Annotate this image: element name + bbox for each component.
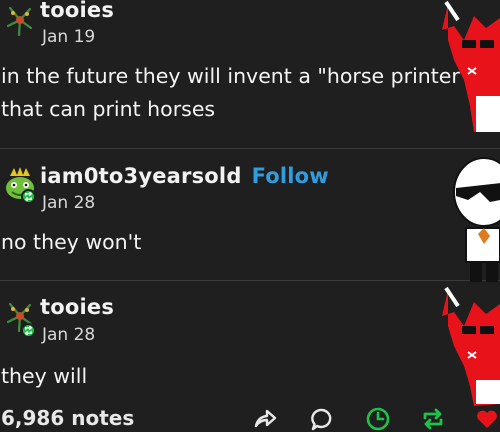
post-date: Jan 28 bbox=[42, 325, 96, 345]
queue-clock-icon[interactable] bbox=[365, 406, 391, 432]
red-horned-character-sticker-2 bbox=[442, 286, 500, 406]
red-horned-character-sticker-1 bbox=[442, 0, 500, 132]
post-date: Jan 28 bbox=[42, 193, 96, 213]
reblog-badge-icon bbox=[21, 323, 36, 338]
post-body-line: in the future they will invent a "horse … bbox=[1, 64, 470, 88]
post-body-line: no they won't bbox=[1, 230, 142, 254]
notes-count[interactable]: 6,986 notes bbox=[1, 406, 134, 430]
post-body: in the future they will invent a "horse … bbox=[1, 60, 469, 126]
sunglasses-character-sticker bbox=[453, 157, 500, 282]
post-date: Jan 19 bbox=[42, 27, 96, 47]
post-body-line: that can print horses bbox=[1, 97, 216, 121]
post-body-line: they will bbox=[1, 364, 88, 388]
follow-button[interactable]: Follow bbox=[252, 164, 329, 188]
post-username[interactable]: tooies bbox=[40, 0, 114, 22]
post-body: no they won't bbox=[1, 226, 141, 259]
post-divider bbox=[0, 148, 500, 149]
post-username[interactable]: tooies bbox=[40, 295, 114, 319]
reblog-badge-icon bbox=[21, 189, 36, 204]
post-divider bbox=[0, 280, 500, 281]
reply-icon[interactable] bbox=[309, 406, 335, 432]
username-link[interactable]: iam0to3yearsold bbox=[40, 164, 242, 188]
fern-avatar-icon[interactable] bbox=[2, 2, 38, 38]
post-body: they will bbox=[1, 360, 87, 393]
share-icon[interactable] bbox=[252, 406, 278, 432]
post-username: iam0to3yearsold Follow bbox=[40, 164, 329, 188]
post-footer: 6,986 notes bbox=[0, 404, 500, 432]
